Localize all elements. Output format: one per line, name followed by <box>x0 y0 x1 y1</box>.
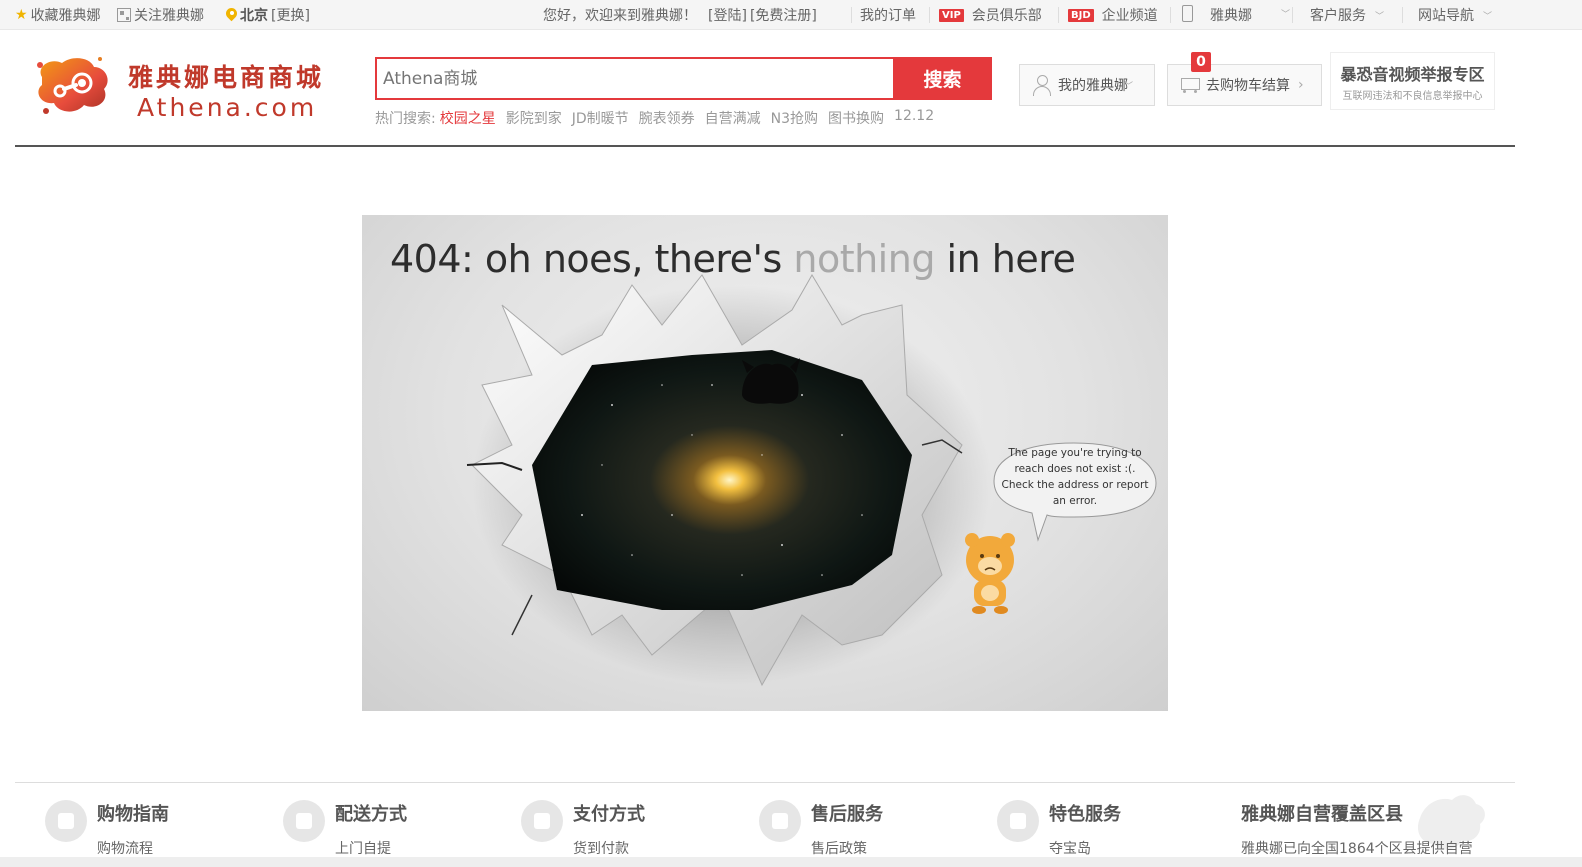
wallet-icon <box>521 800 563 842</box>
star-icon: ★ <box>15 7 28 23</box>
chevron-down-icon: ﹀ <box>1375 11 1385 22</box>
follow-link[interactable]: 关注雅典娜 <box>117 5 204 25</box>
favorite-label: 收藏雅典娜 <box>30 8 101 24</box>
search-box <box>375 57 895 100</box>
chevron-down-icon: ﹀ <box>1483 11 1493 22</box>
chevron-down-icon: ﹀ <box>1124 81 1134 92</box>
cart-count-badge: 0 <box>1191 52 1211 72</box>
cart-icon <box>1178 75 1202 95</box>
wrench-icon <box>997 800 1039 842</box>
hot-search-item[interactable]: 自营满减 <box>705 108 761 128</box>
bottom-scroll-strip <box>0 857 1582 867</box>
footer-col-shopping-guide: 购物指南 购物流程 <box>45 800 169 858</box>
follow-label: 关注雅典娜 <box>134 8 204 24</box>
compass-icon <box>45 800 87 842</box>
footer-link[interactable]: 售后政策 <box>811 838 883 858</box>
report-subtitle: 互联网违法和不良信息举报中心 <box>1342 91 1483 102</box>
logo-icon[interactable] <box>32 55 112 117</box>
footer-link[interactable]: 货到付款 <box>573 838 645 858</box>
qrcode-icon <box>117 8 131 22</box>
city-selector[interactable]: 北京 [更换] <box>226 5 310 25</box>
hot-search-label: 热门搜索: <box>375 111 436 127</box>
city-name: 北京 <box>240 8 268 24</box>
cart-label: 去购物车结算 <box>1206 78 1290 94</box>
footer-col-title: 购物指南 <box>97 804 169 825</box>
enterprise-label: 企业频道 <box>1101 8 1158 24</box>
bjd-badge: BJD <box>1068 8 1094 22</box>
error-title-part: in here <box>934 237 1076 281</box>
report-title: 暴恐音视频举报专区 <box>1340 65 1485 84</box>
hot-search-item[interactable]: N3抢购 <box>771 108 818 128</box>
site-nav-menu[interactable]: 网站导航 ﹀ <box>1418 5 1492 25</box>
error-title: 404: oh noes, there's nothing in here <box>390 237 1076 281</box>
site-nav-label: 网站导航 <box>1418 8 1474 24</box>
footer-coverage-text: 雅典娜已向全国1864个区县提供自营 <box>1241 841 1473 857</box>
search-input[interactable] <box>377 59 893 98</box>
footer-col-after-sales: 售后服务 售后政策 <box>759 800 883 858</box>
footer-col-title: 配送方式 <box>335 804 407 825</box>
register-link[interactable]: [免费注册] <box>750 5 817 25</box>
my-orders-label: 我的订单 <box>860 8 916 24</box>
footer-col-delivery: 配送方式 上门自提 <box>283 800 407 858</box>
logo-text-en[interactable]: Athena.com <box>137 93 317 122</box>
hot-search-item[interactable]: 12.12 <box>894 108 934 128</box>
report-banner[interactable]: 暴恐音视频举报专区 互联网违法和不良信息举报中心 <box>1330 52 1495 110</box>
footer-col-title: 支付方式 <box>573 804 645 825</box>
location-pin-icon <box>226 8 237 22</box>
divider <box>851 7 852 23</box>
truck-icon <box>283 800 325 842</box>
footer-col-title: 特色服务 <box>1049 804 1121 825</box>
chevron-down-icon: ﹀ <box>1281 10 1291 20</box>
vip-club-link[interactable]: VIP 会员俱乐部 <box>939 5 1042 25</box>
change-city-link[interactable]: [更换] <box>271 5 310 25</box>
top-bar: ★ 收藏雅典娜 关注雅典娜 北京 [更换] 您好，欢迎来到雅典娜！ [登陆] [免费… <box>0 0 1582 30</box>
my-account-button[interactable]: 我的雅典娜 ﹀ <box>1019 64 1155 106</box>
divider <box>1402 7 1403 23</box>
footer-col-payment: 支付方式 货到付款 <box>521 800 645 858</box>
hot-search-item[interactable]: 校园之星 <box>440 108 496 128</box>
favorite-link[interactable]: ★ 收藏雅典娜 <box>15 5 101 25</box>
user-icon <box>1032 74 1052 96</box>
welcome-group: 您好，欢迎来到雅典娜！ [登陆] [免费注册] <box>543 5 817 25</box>
heart-icon <box>759 800 801 842</box>
hot-searches: 热门搜索: 校园之星 影院到家 JD制暖节 腕表领券 自营满减 N3抢购 图书换… <box>375 108 944 128</box>
vip-badge: VIP <box>939 8 964 22</box>
error-speech-bubble: The page you're trying to reach does not… <box>1001 447 1149 507</box>
divider <box>1058 7 1059 23</box>
my-orders-link[interactable]: 我的订单 <box>860 5 916 25</box>
login-link[interactable]: [登陆] <box>708 5 747 25</box>
footer-link[interactable]: 购物流程 <box>97 838 169 858</box>
footer-col-special-services: 特色服务 夺宝岛 <box>997 800 1121 858</box>
footer-col-coverage: 雅典娜自营覆盖区县 雅典娜已向全国1864个区县提供自营 <box>1241 800 1473 858</box>
error-title-emphasis: nothing <box>793 237 935 281</box>
search-button[interactable]: 搜索 <box>893 57 992 100</box>
divider <box>1170 7 1171 23</box>
footer-col-title: 雅典娜自营覆盖区县 <box>1241 804 1403 825</box>
hot-search-item[interactable]: 影院到家 <box>506 108 562 128</box>
divider <box>1292 7 1293 23</box>
customer-service-menu[interactable]: 客户服务 ﹀ <box>1310 5 1384 25</box>
mobile-label: 雅典娜 <box>1210 8 1252 24</box>
footer-divider <box>15 782 1515 783</box>
my-account-label: 我的雅典娜 <box>1058 78 1128 94</box>
phone-icon <box>1182 5 1193 22</box>
logo-text-cn[interactable]: 雅典娜电商商城 <box>128 58 324 94</box>
customer-service-label: 客户服务 <box>1310 8 1366 24</box>
chevron-right-icon: › <box>1298 77 1304 93</box>
header-divider <box>15 145 1515 147</box>
footer-link[interactable]: 夺宝岛 <box>1049 838 1121 858</box>
error-404-illustration: 404: oh noes, there's nothing in here Th… <box>362 215 1168 711</box>
error-title-part: 404: oh noes, there's <box>390 237 794 281</box>
enterprise-link[interactable]: BJD 企业频道 <box>1068 5 1158 25</box>
mobile-app-menu[interactable]: 雅典娜 ﹀ <box>1182 2 1290 25</box>
hot-search-item[interactable]: JD制暖节 <box>572 108 629 128</box>
divider <box>929 7 930 23</box>
welcome-text: 您好，欢迎来到雅典娜！ <box>543 8 697 24</box>
footer-link[interactable]: 上门自提 <box>335 838 407 858</box>
footer-col-title: 售后服务 <box>811 804 883 825</box>
hot-search-item[interactable]: 图书换购 <box>828 108 884 128</box>
vip-club-label: 会员俱乐部 <box>971 8 1042 24</box>
hot-search-item[interactable]: 腕表领券 <box>639 108 695 128</box>
